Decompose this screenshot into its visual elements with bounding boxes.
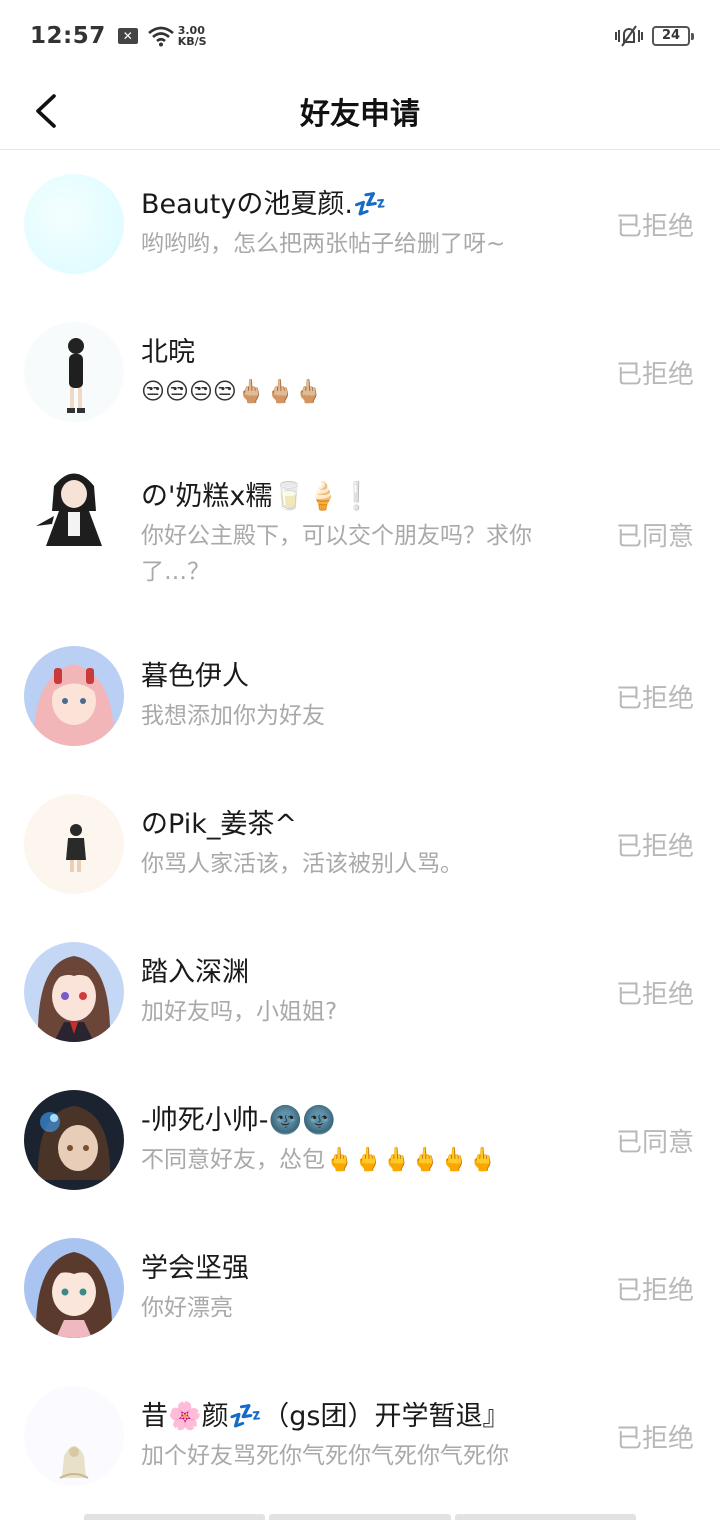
request-message: 加好友吗，小姐姐?	[141, 999, 338, 1025]
list-item[interactable]: -帅死小帅-🌚🌚 不同意好友，怂包🖕🖕🖕🖕🖕🖕 已同意	[0, 1066, 720, 1214]
request-message: 你好公主殿下，可以交个朋友吗？求你了…？	[141, 523, 532, 585]
request-name: 学会坚强	[141, 1253, 249, 1284]
header: 好友申请	[0, 72, 720, 150]
battery-icon: 24	[652, 26, 694, 46]
request-message: 你骂人家活该，活该被别人骂。	[141, 851, 463, 877]
back-arrow-icon[interactable]	[22, 84, 72, 138]
request-name: -帅死小帅-🌚🌚	[141, 1105, 336, 1136]
vibrate-mute-icon	[615, 25, 643, 47]
request-status: 已拒绝	[615, 683, 694, 714]
request-status: 已拒绝	[615, 979, 694, 1010]
list-item[interactable]: 北晥 😒😒😒😒🖕🏼🖕🏼🖕🏼 已拒绝	[0, 298, 720, 446]
status-time: 12:57	[30, 23, 106, 49]
standing-girl-avatar[interactable]	[24, 322, 124, 422]
request-name: Beautyの池夏颜.💤	[141, 189, 387, 220]
friend-request-list: Beautyの池夏颜.💤 哟哟哟，怎么把两张帖子给删了呀~ 已拒绝 北晥 😒😒😒…	[0, 150, 720, 1510]
request-status: 已拒绝	[615, 831, 694, 862]
bottom-tab-segment	[84, 1514, 266, 1520]
status-bar: 12:57 ✕ 3.00 KB/S 24	[0, 0, 720, 72]
list-item[interactable]: Beautyの池夏颜.💤 哟哟哟，怎么把两张帖子给删了呀~ 已拒绝	[0, 150, 720, 298]
notification-close-icon: ✕	[117, 28, 138, 44]
request-name: 北晥	[141, 337, 195, 368]
pink-hair-girl-avatar[interactable]	[24, 646, 124, 746]
request-name: のPik_姜茶^	[141, 809, 297, 840]
brown-hair-girl-avatar[interactable]	[24, 942, 124, 1042]
request-message: 😒😒😒😒🖕🏼🖕🏼🖕🏼	[141, 379, 323, 405]
list-item[interactable]: 暮色伊人 我想添加你为好友 已拒绝	[0, 622, 720, 770]
list-item[interactable]: 学会坚强 你好漂亮 已拒绝	[0, 1214, 720, 1362]
request-message: 你好漂亮	[141, 1295, 233, 1321]
maid-girl-avatar[interactable]	[24, 456, 124, 556]
request-name: 暮色伊人	[141, 661, 249, 692]
bottom-tab-edge	[84, 1514, 636, 1520]
request-message: 不同意好友，怂包🖕🖕🖕🖕🖕🖕	[141, 1147, 497, 1173]
request-message: 哟哟哟，怎么把两张帖子给删了呀~	[141, 231, 506, 257]
anime-girl-avatar[interactable]	[24, 1238, 124, 1338]
request-message: 加个好友骂死你气死你气死你气死你	[141, 1443, 509, 1469]
wifi-icon	[147, 26, 174, 47]
request-status: 已同意	[615, 521, 694, 552]
request-status: 已拒绝	[615, 211, 694, 242]
bottom-tab-segment	[269, 1514, 451, 1520]
dark-anime-boy-avatar[interactable]	[24, 1090, 124, 1190]
faded-figure-avatar[interactable]	[24, 1386, 124, 1486]
list-item[interactable]: のPik_姜茶^ 你骂人家活该，活该被别人骂。 已拒绝	[0, 770, 720, 918]
request-status: 已拒绝	[615, 359, 694, 390]
list-item[interactable]: 昔🌸颜💤（gs团）开学暂退』 加个好友骂死你气死你气死你气死你 已拒绝	[0, 1362, 720, 1510]
network-speed: 3.00 KB/S	[178, 25, 207, 47]
list-item[interactable]: の'奶糕x糯🥛🍦❕ 你好公主殿下，可以交个朋友吗？求你了…？ 已同意	[0, 446, 720, 622]
request-name: 昔🌸颜💤（gs团）开学暂退』	[141, 1401, 510, 1432]
pale-cyan-avatar[interactable]	[24, 174, 124, 274]
list-item[interactable]: 踏入深渊 加好友吗，小姐姐? 已拒绝	[0, 918, 720, 1066]
request-status: 已拒绝	[615, 1275, 694, 1306]
request-status: 已同意	[615, 1127, 694, 1158]
request-name: の'奶糕x糯🥛🍦❕	[141, 481, 374, 512]
small-figure-avatar[interactable]	[24, 794, 124, 894]
request-status: 已拒绝	[615, 1423, 694, 1454]
page-title: 好友申请	[300, 96, 420, 132]
network-speed-unit: KB/S	[177, 35, 207, 48]
request-name: 踏入深渊	[141, 957, 249, 988]
request-message: 我想添加你为好友	[141, 703, 325, 729]
bottom-tab-segment	[454, 1514, 636, 1520]
